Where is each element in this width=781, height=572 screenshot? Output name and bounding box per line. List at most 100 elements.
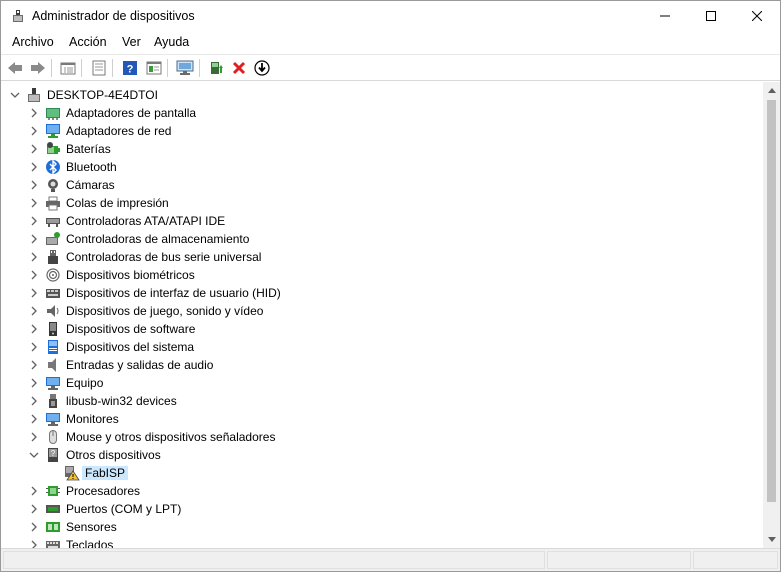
menu-ayuda[interactable]: Ayuda	[154, 35, 189, 49]
tree-item-label: Puertos (COM y LPT)	[66, 502, 182, 516]
chevron-right-icon[interactable]	[29, 504, 39, 514]
chevron-right-icon[interactable]	[29, 288, 39, 298]
tree-item-label: Dispositivos del sistema	[66, 340, 195, 354]
computer-tree-icon	[28, 88, 40, 102]
tree-item-camaras[interactable]: Cámaras	[1, 176, 763, 194]
monitor-icon	[46, 413, 60, 426]
toolbar-separator	[112, 59, 113, 77]
maximize-button[interactable]	[688, 1, 734, 31]
scroll-down-icon	[767, 537, 776, 542]
minimize-button[interactable]	[642, 1, 688, 31]
chevron-right-icon[interactable]	[29, 216, 39, 226]
toolbar-separator	[199, 59, 200, 77]
scroll-down-button[interactable]	[763, 531, 780, 548]
toolbar-separator	[167, 59, 168, 77]
tree-item-mouse-y-otros-dispositivos-senaladores[interactable]: Mouse y otros dispositivos señaladores	[1, 428, 763, 446]
maximize-icon	[706, 11, 716, 21]
chevron-down-icon[interactable]	[10, 90, 20, 100]
close-button[interactable]	[734, 1, 780, 31]
tree-item-adaptadores-de-red[interactable]: Adaptadores de red	[1, 122, 763, 140]
sensor-icon	[46, 522, 60, 532]
chevron-right-icon[interactable]	[29, 414, 39, 424]
uninstall-button[interactable]	[229, 58, 249, 78]
printer-icon	[46, 196, 60, 211]
tree-item-dispositivos-de-interfaz-de-usuario-hid[interactable]: Dispositivos de interfaz de usuario (HID…	[1, 284, 763, 302]
chevron-right-icon[interactable]	[29, 144, 39, 154]
forward-button[interactable]	[28, 58, 48, 78]
chevron-right-icon[interactable]	[29, 342, 39, 352]
tree-item-teclados[interactable]: Teclados	[1, 536, 763, 548]
tree-item-procesadores[interactable]: Procesadores	[1, 482, 763, 500]
download-button[interactable]	[252, 58, 272, 78]
tree-item-fabisp[interactable]: FabISP	[1, 464, 763, 482]
chevron-right-icon[interactable]	[29, 126, 39, 136]
chevron-right-icon[interactable]	[29, 486, 39, 496]
properties-window-button[interactable]	[58, 58, 78, 78]
tree-item-equipo[interactable]: Equipo	[1, 374, 763, 392]
tree-item-otros-dispositivos[interactable]: ? Otros dispositivos	[1, 446, 763, 464]
chevron-right-icon[interactable]	[29, 432, 39, 442]
tree-item-dispositivos-de-software[interactable]: Dispositivos de software	[1, 320, 763, 338]
tree-item-colas-de-impresion[interactable]: Colas de impresión	[1, 194, 763, 212]
tree-item-dispositivos-biometricos[interactable]: Dispositivos biométricos	[1, 266, 763, 284]
tree-item-baterias[interactable]: Baterías	[1, 140, 763, 158]
chevron-down-icon[interactable]	[29, 450, 39, 460]
chevron-right-icon[interactable]	[29, 108, 39, 118]
display-adapter-icon	[46, 108, 60, 120]
tree-item-label: Procesadores	[66, 484, 141, 498]
tree-item-libusb-win32-devices[interactable]: libusb-win32 devices	[1, 392, 763, 410]
device-tree: DESKTOP-4E4DTOI Adaptadores de pantalla A…	[1, 82, 763, 548]
scan-hardware-button[interactable]	[175, 58, 195, 78]
computer-icon	[46, 377, 60, 390]
tree-item-label: Controladoras de almacenamiento	[66, 232, 250, 246]
tree-item-dispositivos-del-sistema[interactable]: Dispositivos del sistema	[1, 338, 763, 356]
forward-icon	[31, 62, 45, 74]
chevron-right-icon[interactable]	[29, 378, 39, 388]
chevron-right-icon[interactable]	[29, 270, 39, 280]
tree-root[interactable]: DESKTOP-4E4DTOI	[1, 86, 763, 104]
vertical-scrollbar[interactable]	[763, 82, 780, 548]
scroll-up-button[interactable]	[763, 82, 780, 99]
back-icon	[8, 62, 22, 74]
chevron-right-icon[interactable]	[29, 324, 39, 334]
scroll-thumb[interactable]	[767, 100, 776, 502]
chevron-right-icon[interactable]	[29, 540, 39, 548]
svg-text:?: ?	[127, 64, 134, 76]
chevron-right-icon[interactable]	[29, 252, 39, 262]
view-icon	[146, 61, 162, 75]
tree-item-label: Controladoras ATA/ATAPI IDE	[66, 214, 226, 228]
tree-item-adaptadores-de-pantalla[interactable]: Adaptadores de pantalla	[1, 104, 763, 122]
menu-archivo[interactable]: Archivo	[12, 35, 54, 49]
title-bar[interactable]: Administrador de dispositivos	[1, 1, 780, 31]
chevron-right-icon[interactable]	[29, 234, 39, 244]
chevron-right-icon[interactable]	[29, 180, 39, 190]
tree-item-bluetooth[interactable]: Bluetooth	[1, 158, 763, 176]
update-driver-button[interactable]	[206, 58, 226, 78]
chevron-right-icon[interactable]	[29, 522, 39, 532]
tree-item-monitores[interactable]: Monitores	[1, 410, 763, 428]
tree-item-dispositivos-de-juego-sonido-y-video[interactable]: Dispositivos de juego, sonido y vídeo	[1, 302, 763, 320]
chevron-right-icon[interactable]	[29, 162, 39, 172]
tree-item-puertos-com-y-lpt[interactable]: Puertos (COM y LPT)	[1, 500, 763, 518]
help-button[interactable]: ?	[120, 58, 140, 78]
tree-item-controladoras-de-bus-serie-universal[interactable]: Controladoras de bus serie universal	[1, 248, 763, 266]
update-driver-icon	[211, 62, 223, 74]
tree-item-label: Adaptadores de red	[66, 124, 172, 138]
close-icon	[752, 11, 762, 21]
software-device-icon	[49, 322, 57, 336]
tree-item-sensores[interactable]: Sensores	[1, 518, 763, 536]
chevron-right-icon[interactable]	[29, 360, 39, 370]
chevron-right-icon[interactable]	[29, 396, 39, 406]
driver-details-button[interactable]	[89, 58, 109, 78]
tree-item-controladoras-ata-atapi-ide[interactable]: Controladoras ATA/ATAPI IDE	[1, 212, 763, 230]
tree-item-label: Bluetooth	[66, 160, 117, 174]
back-button[interactable]	[5, 58, 25, 78]
menu-ver[interactable]: Ver	[122, 35, 141, 49]
chevron-right-icon[interactable]	[29, 198, 39, 208]
chevron-right-icon[interactable]	[29, 306, 39, 316]
tree-item-controladoras-de-almacenamiento[interactable]: Controladoras de almacenamiento	[1, 230, 763, 248]
keyboard-icon	[46, 541, 60, 548]
tree-item-entradas-y-salidas-de-audio[interactable]: Entradas y salidas de audio	[1, 356, 763, 374]
menu-accion[interactable]: Acción	[69, 35, 107, 49]
view-button[interactable]	[144, 58, 164, 78]
